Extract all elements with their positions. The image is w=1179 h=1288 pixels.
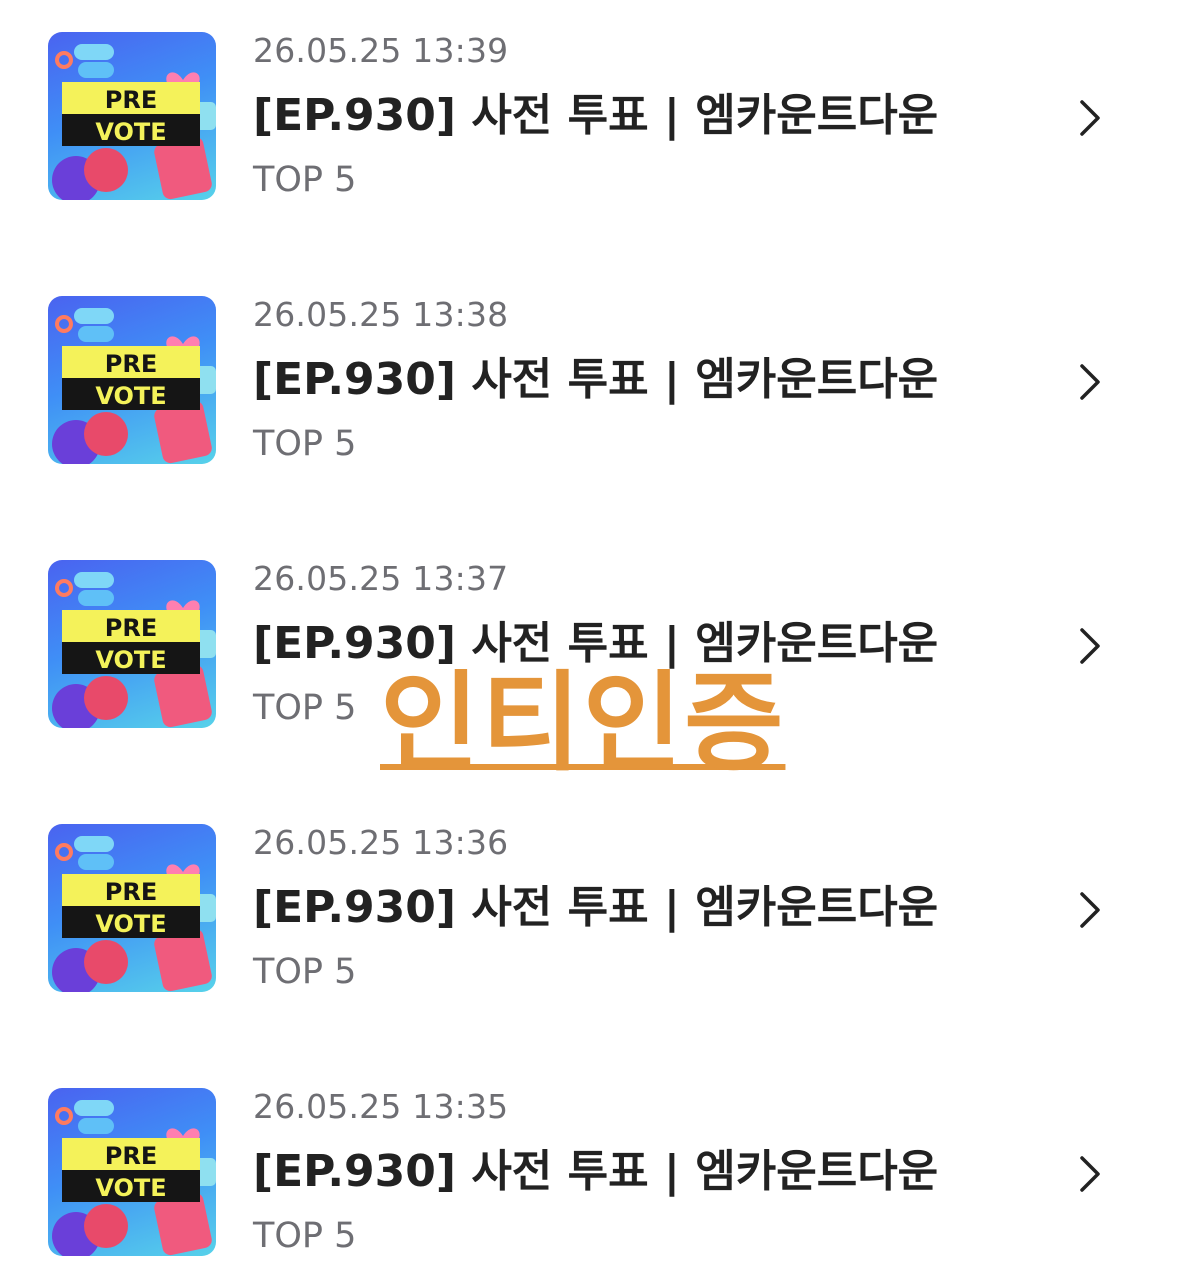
chevron-right-icon[interactable] xyxy=(1072,96,1108,140)
list-item[interactable]: PRE VOTE 26.05.25 13:36 [EP.930] 사전 투표 |… xyxy=(0,824,1179,1024)
entry-title: [EP.930] 사전 투표 | 엠카운트다운 xyxy=(253,354,939,405)
list-item[interactable]: PRE VOTE 26.05.25 13:38 [EP.930] 사전 투표 |… xyxy=(0,296,1179,496)
pre-vote-thumbnail: PRE VOTE xyxy=(48,824,216,992)
entry-date: 26.05.25 13:39 xyxy=(253,31,509,70)
list-item[interactable]: PRE VOTE 26.05.25 13:39 [EP.930] 사전 투표 |… xyxy=(0,32,1179,232)
thumb-text-pre: PRE xyxy=(105,614,157,642)
pre-vote-thumbnail: PRE VOTE xyxy=(48,1088,216,1256)
thumb-text-vote: VOTE xyxy=(95,118,166,146)
entry-subtitle: TOP 5 xyxy=(253,1216,357,1256)
thumb-text-pre: PRE xyxy=(105,1142,157,1170)
chevron-right-icon[interactable] xyxy=(1072,360,1108,404)
thumb-text-pre: PRE xyxy=(105,86,157,114)
entry-date: 26.05.25 13:38 xyxy=(253,295,509,334)
thumb-text-vote: VOTE xyxy=(95,910,166,938)
entry-title: [EP.930] 사전 투표 | 엠카운트다운 xyxy=(253,90,939,141)
entry-date: 26.05.25 13:35 xyxy=(253,1087,509,1126)
thumb-text-vote: VOTE xyxy=(95,646,166,674)
entry-subtitle: TOP 5 xyxy=(253,688,357,728)
entry-subtitle: TOP 5 xyxy=(253,160,357,200)
pre-vote-thumbnail: PRE VOTE xyxy=(48,296,216,464)
chevron-right-icon[interactable] xyxy=(1072,888,1108,932)
entry-subtitle: TOP 5 xyxy=(253,424,357,464)
list-item[interactable]: PRE VOTE 26.05.25 13:35 [EP.930] 사전 투표 |… xyxy=(0,1088,1179,1288)
chevron-right-icon[interactable] xyxy=(1072,1152,1108,1196)
pre-vote-thumbnail: PRE VOTE xyxy=(48,560,216,728)
entry-date: 26.05.25 13:37 xyxy=(253,559,509,598)
entry-date: 26.05.25 13:36 xyxy=(253,823,509,862)
thumb-text-pre: PRE xyxy=(105,878,157,906)
thumb-text-vote: VOTE xyxy=(95,1174,166,1202)
entry-title: [EP.930] 사전 투표 | 엠카운트다운 xyxy=(253,882,939,933)
chevron-right-icon[interactable] xyxy=(1072,624,1108,668)
entry-subtitle: TOP 5 xyxy=(253,952,357,992)
verification-watermark: 인티인증 xyxy=(380,661,786,786)
thumb-text-vote: VOTE xyxy=(95,382,166,410)
pre-vote-thumbnail: PRE VOTE xyxy=(48,32,216,200)
thumb-text-pre: PRE xyxy=(105,350,157,378)
entry-title: [EP.930] 사전 투표 | 엠카운트다운 xyxy=(253,1146,939,1197)
